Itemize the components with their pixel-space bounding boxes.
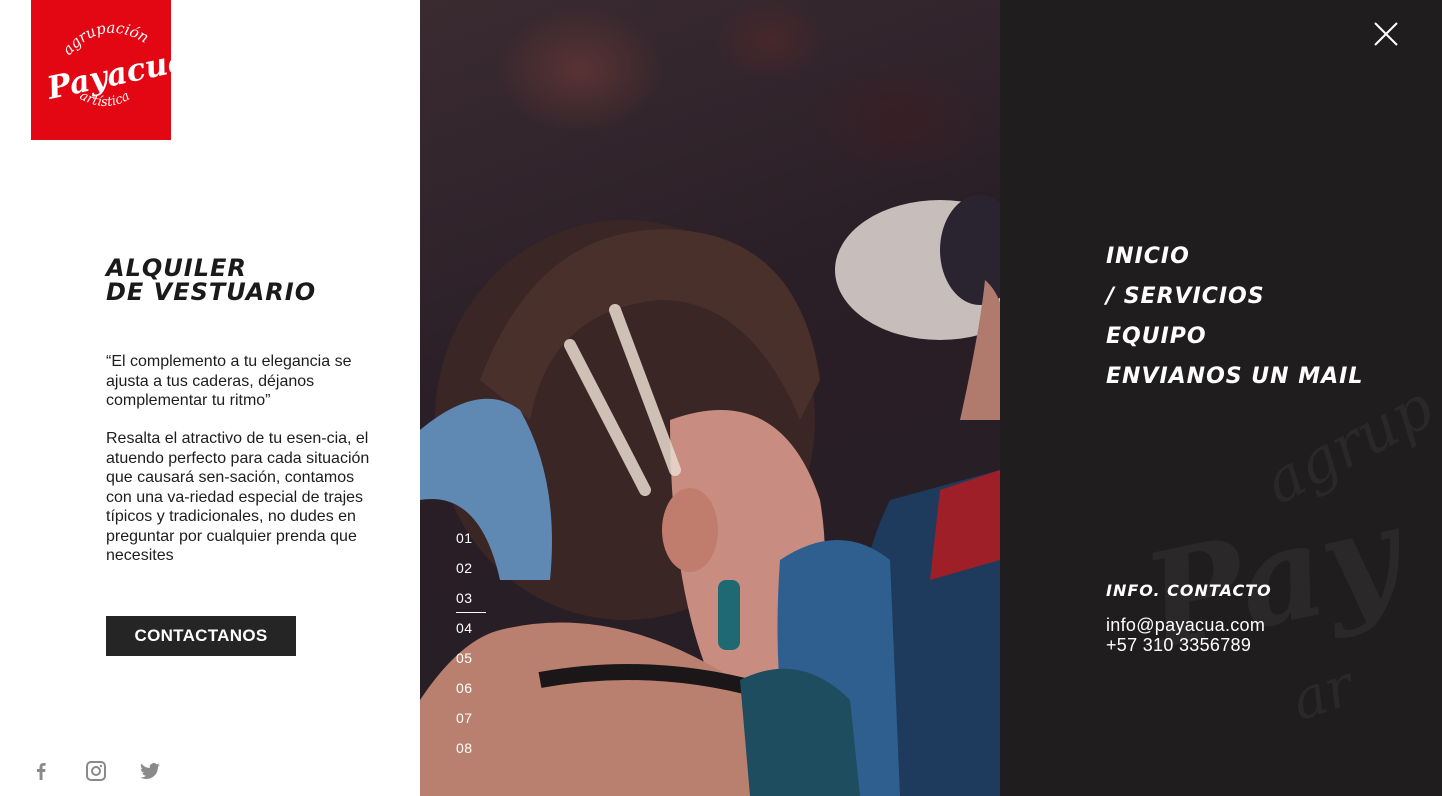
- slide-pagination: 01 02 03 04 05 06 07 08: [456, 528, 496, 768]
- slide-02-link[interactable]: 02: [456, 558, 496, 588]
- slide-01-link[interactable]: 01: [456, 528, 496, 558]
- contact-heading: INFO. CONTACTO: [1106, 581, 1272, 600]
- facebook-icon: [37, 763, 46, 780]
- slide-06-link[interactable]: 06: [456, 678, 496, 708]
- slide-04-link[interactable]: 04: [456, 618, 496, 648]
- nav-item-enviar-mail[interactable]: ENVIANOS UN MAIL: [1106, 360, 1363, 400]
- nav-item-servicios[interactable]: / SERVICIOS: [1106, 280, 1363, 320]
- twitter-link[interactable]: [139, 760, 161, 782]
- main-nav: INICIO / SERVICIOS EQUIPO ENVIANOS UN MA…: [1106, 240, 1363, 400]
- service-title-line1: ALQUILER: [106, 254, 247, 282]
- slide-05-link[interactable]: 05: [456, 648, 496, 678]
- service-description: Resalta el atractivo de tu esen-cia, el …: [106, 430, 370, 564]
- menu-overlay: agrup Pay ar INICIO / SERVICIOS EQUIPO E…: [1000, 0, 1442, 796]
- instagram-icon: [86, 761, 106, 781]
- instagram-link[interactable]: [85, 760, 107, 782]
- close-menu-button[interactable]: [1374, 22, 1398, 46]
- contact-phone-link[interactable]: +57 310 3356789: [1106, 635, 1251, 656]
- close-icon: [1374, 22, 1398, 46]
- contact-email-link[interactable]: info@payacua.com: [1106, 615, 1265, 636]
- nav-item-inicio[interactable]: INICIO: [1106, 240, 1363, 280]
- facebook-link[interactable]: [30, 760, 52, 782]
- slide-08-link[interactable]: 08: [456, 738, 496, 768]
- contact-button[interactable]: CONTACTANOS: [106, 616, 296, 656]
- svg-text:ar: ar: [1284, 653, 1364, 720]
- service-quote: “El complemento a tu elegancia se ajusta…: [106, 353, 352, 409]
- twitter-icon: [140, 763, 160, 779]
- nav-item-equipo[interactable]: EQUIPO: [1106, 320, 1363, 360]
- dancers-photo: 01 02 03 04 05 06 07 08: [420, 0, 1000, 796]
- payacua-logo[interactable]: agrupación Payacuá artística: [31, 0, 171, 140]
- service-title: ALQUILER DE VESTUARIO: [106, 256, 366, 304]
- slide-07-link[interactable]: 07: [456, 708, 496, 738]
- service-title-line2: DE VESTUARIO: [106, 278, 317, 306]
- left-content-panel: agrupación Payacuá artística ALQUILER DE…: [0, 0, 420, 796]
- slide-03-link[interactable]: 03: [456, 588, 496, 618]
